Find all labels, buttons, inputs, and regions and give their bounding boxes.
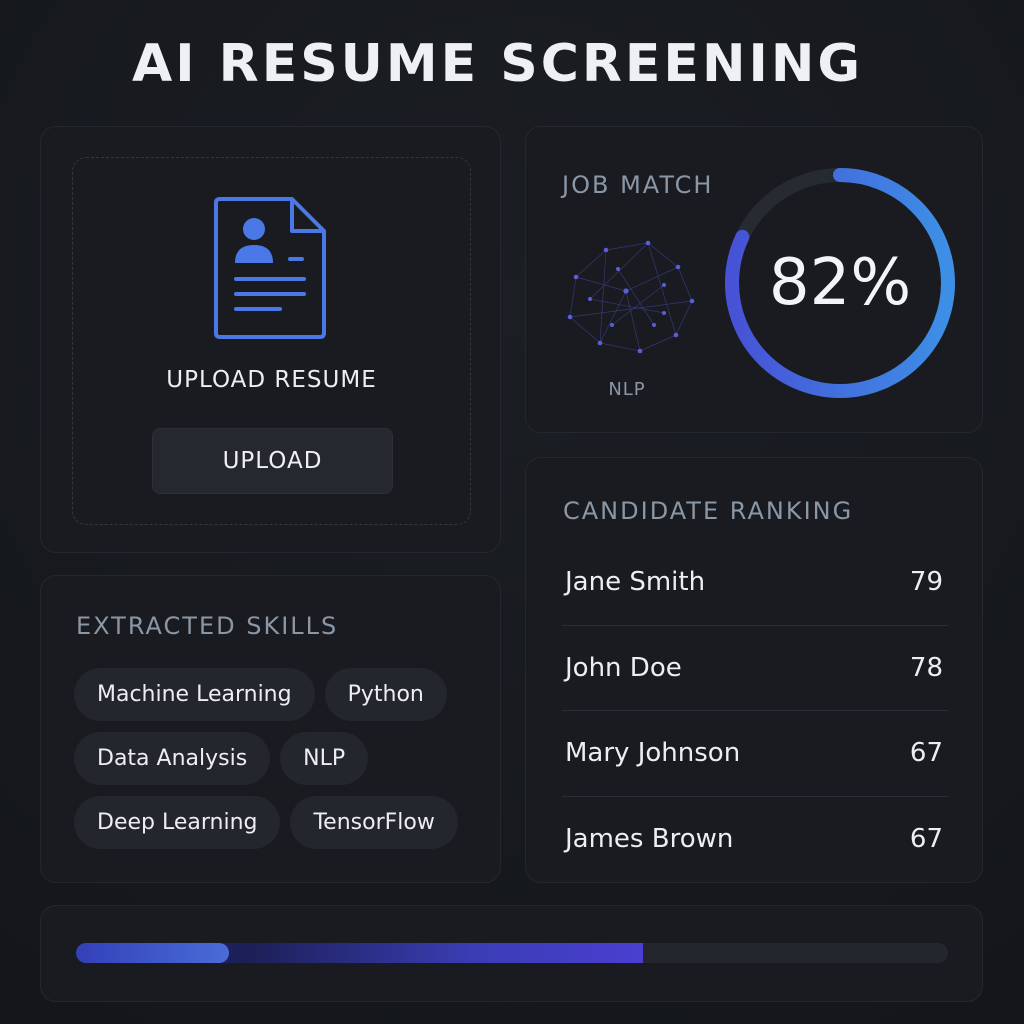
- skills-row: Deep Learning TensorFlow: [74, 796, 479, 849]
- candidate-name: John Doe: [565, 652, 682, 683]
- candidate-row[interactable]: James Brown 67: [562, 797, 948, 883]
- candidate-score: 78: [909, 652, 943, 683]
- candidate-name: Jane Smith: [565, 567, 706, 598]
- ranking-card: CANDIDATE RANKING Jane Smith 79 John Doe…: [525, 457, 983, 883]
- ranking-list: Jane Smith 79 John Doe 78 Mary Johnson 6…: [562, 540, 948, 882]
- job-match-title: JOB MATCH: [562, 171, 714, 199]
- progress-card: [40, 905, 983, 1002]
- candidate-row[interactable]: Mary Johnson 67: [562, 711, 948, 797]
- job-match-card: JOB MATCH NLP 82%: [525, 126, 983, 433]
- upload-card: UPLOAD RESUME UPLOAD: [40, 126, 501, 553]
- upload-button[interactable]: UPLOAD: [152, 428, 393, 494]
- screening-progress-bar: [76, 943, 948, 963]
- skill-chip[interactable]: Machine Learning: [74, 668, 315, 721]
- skills-card: EXTRACTED SKILLS Machine Learning Python…: [40, 575, 501, 883]
- candidate-score: 67: [909, 738, 943, 769]
- app-screen: AI RESUME SCREENING UPLOAD RESUME UPLOAD…: [0, 0, 1024, 1024]
- nlp-label: NLP: [608, 379, 646, 400]
- skill-chip[interactable]: TensorFlow: [290, 796, 458, 849]
- ranking-title: CANDIDATE RANKING: [563, 497, 854, 525]
- skill-chip[interactable]: Data Analysis: [74, 732, 271, 785]
- candidate-score: 79: [909, 567, 943, 598]
- candidate-row[interactable]: Jane Smith 79: [562, 540, 948, 626]
- match-percent: 82%: [768, 246, 912, 320]
- page-title: AI RESUME SCREENING: [131, 34, 864, 94]
- resume-document-icon: [214, 197, 326, 339]
- upload-resume-heading: UPLOAD RESUME: [166, 367, 377, 393]
- skill-chip[interactable]: Deep Learning: [74, 796, 281, 849]
- skill-chip[interactable]: NLP: [280, 732, 369, 785]
- candidate-score: 67: [909, 824, 943, 855]
- skills-title: EXTRACTED SKILLS: [76, 612, 339, 640]
- nlp-network-icon: [567, 240, 695, 354]
- candidate-name: James Brown: [565, 824, 734, 855]
- skills-row: Machine Learning Python: [74, 668, 479, 721]
- progress-segment: [76, 943, 229, 963]
- skills-row: Data Analysis NLP: [74, 732, 479, 785]
- skills-list: Machine Learning Python Data Analysis NL…: [74, 668, 479, 860]
- candidate-row[interactable]: John Doe 78: [562, 626, 948, 711]
- skill-chip[interactable]: Python: [324, 668, 447, 721]
- candidate-name: Mary Johnson: [565, 738, 741, 769]
